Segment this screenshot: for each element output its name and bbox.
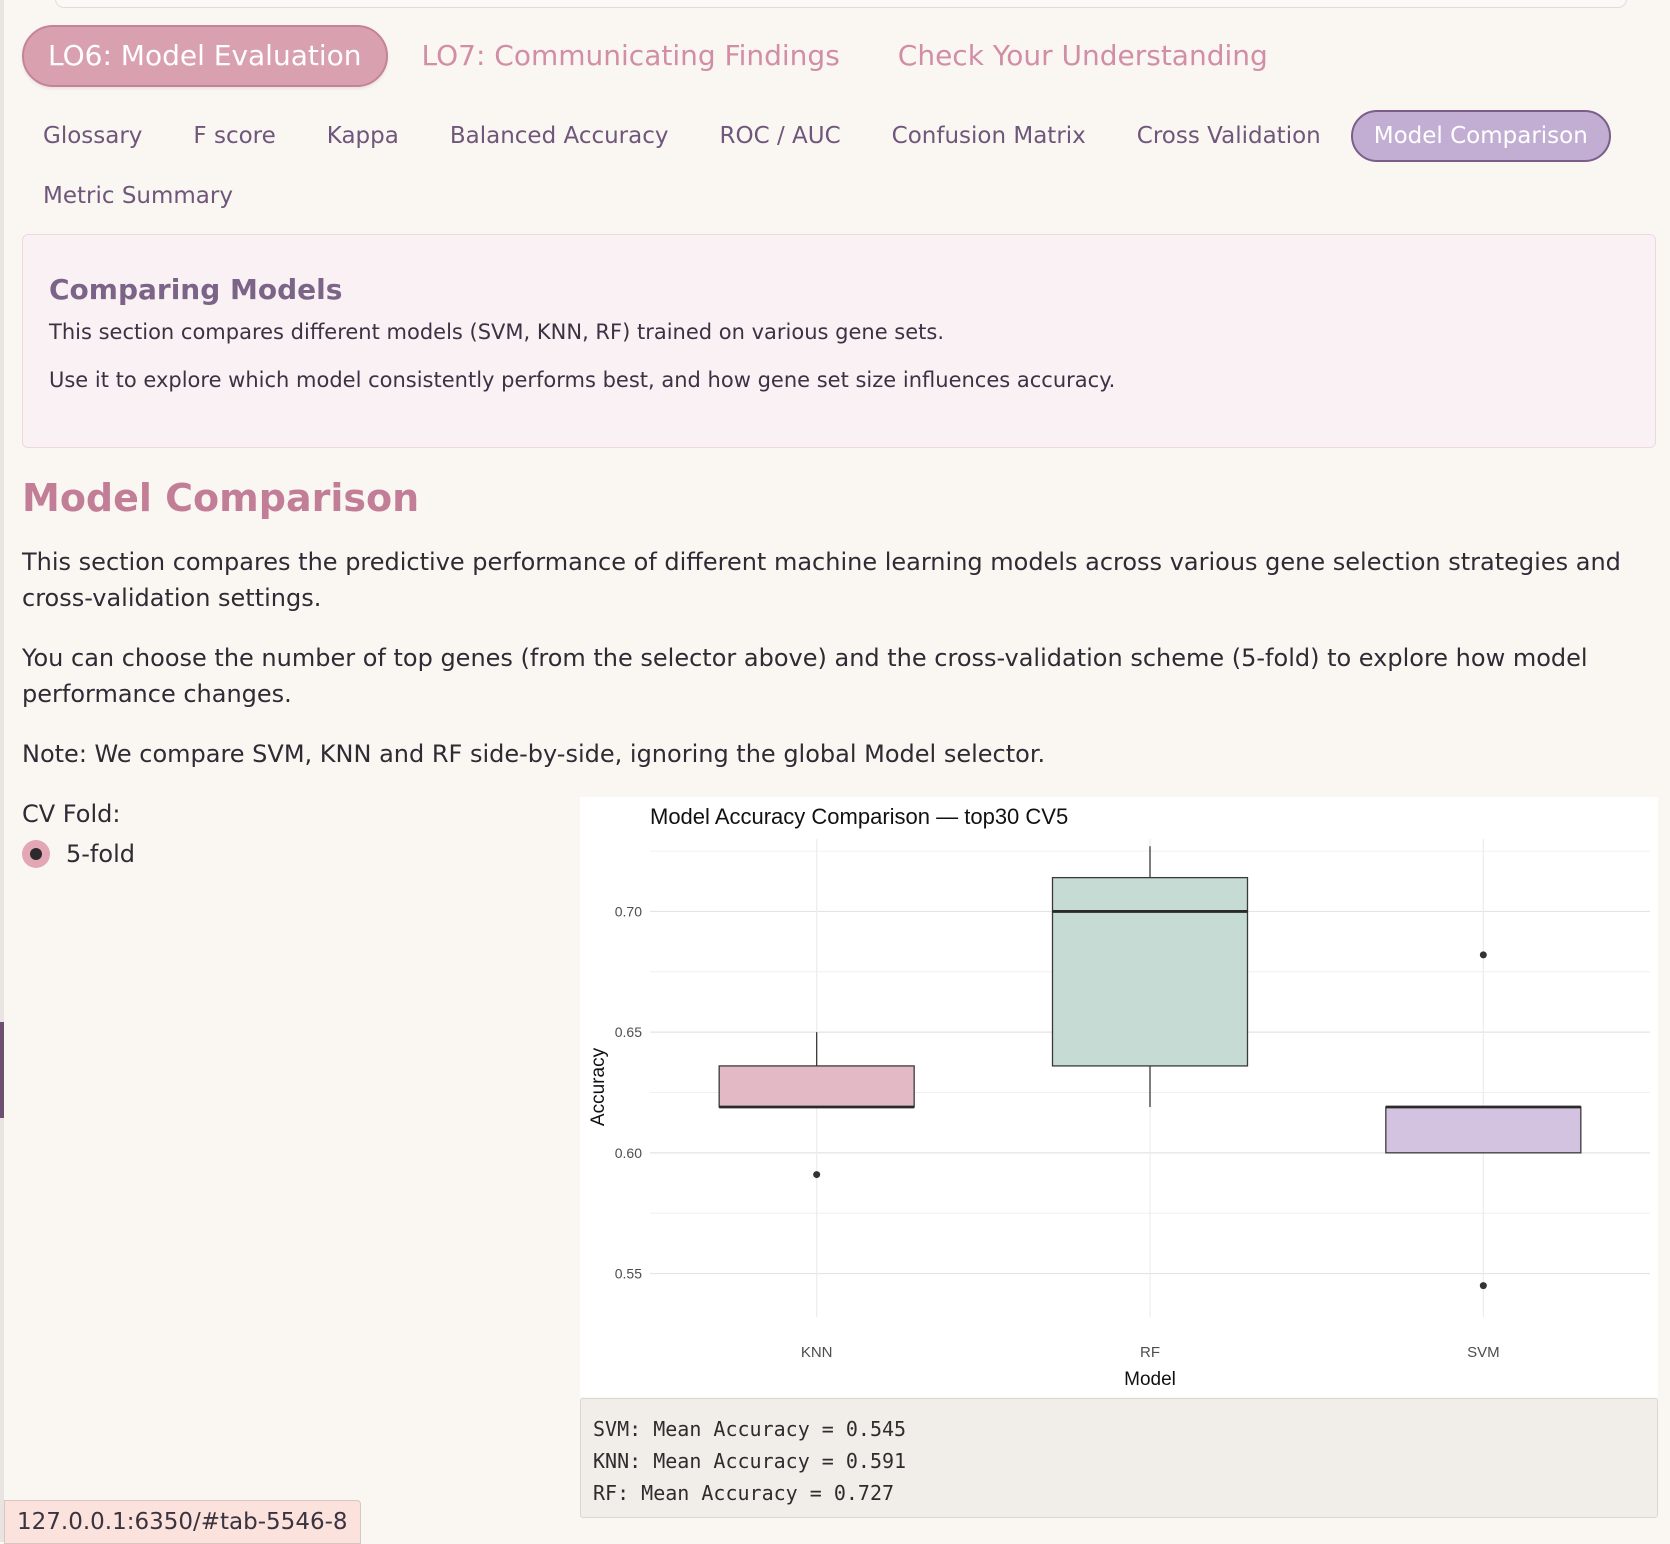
tab-model-comparison[interactable]: Model Comparison	[1350, 110, 1611, 162]
lo-tab-bar: LO6: Model Evaluation LO7: Communicating…	[22, 25, 1302, 87]
y-tick-label: 0.60	[615, 1145, 642, 1161]
tab-kappa[interactable]: Kappa	[306, 112, 420, 160]
output-line-rf: RF: Mean Accuracy = 0.727	[593, 1481, 895, 1505]
cv-fold-radio-5[interactable]: 5-fold	[22, 840, 135, 868]
tab-lo7-communicating-findings[interactable]: LO7: Communicating Findings	[398, 27, 864, 85]
chart-title: Model Accuracy Comparison — top30 CV5	[650, 804, 1068, 829]
radio-label: 5-fold	[66, 840, 135, 868]
outlier-point-svm	[1479, 1282, 1487, 1290]
outlier-point-svm	[1479, 951, 1487, 959]
box-body-svm	[1385, 1106, 1582, 1154]
section-note: Note: We compare SVM, KNN and RF side-by…	[22, 740, 1046, 768]
sub-tab-bar: Glossary F score Kappa Balanced Accuracy…	[22, 110, 1622, 222]
tab-lo6-model-evaluation[interactable]: LO6: Model Evaluation	[22, 25, 388, 87]
y-tick-label: 0.70	[615, 903, 642, 919]
plot-svg: Model Accuracy Comparison — top30 CV5 0.…	[588, 804, 1650, 1390]
info-text-2: Use it to explore which model consistent…	[49, 368, 1116, 392]
x-tick-label: SVM	[1467, 1344, 1500, 1361]
section-paragraph-2: You can choose the number of top genes (…	[22, 644, 1588, 708]
y-tick-label: 0.65	[615, 1024, 642, 1040]
output-line-svm: SVM: Mean Accuracy = 0.545	[593, 1417, 907, 1441]
tab-confusion-matrix[interactable]: Confusion Matrix	[871, 112, 1107, 160]
y-axis-title: Accuracy	[588, 1047, 609, 1126]
left-edge-strip	[0, 0, 4, 1542]
tab-roc-auc[interactable]: ROC / AUC	[699, 112, 862, 160]
tab-metric-summary[interactable]: Metric Summary	[22, 172, 254, 220]
y-tick-label: 0.55	[615, 1266, 642, 1282]
accuracy-output: SVM: Mean Accuracy = 0.545 KNN: Mean Acc…	[580, 1398, 1658, 1518]
section-paragraph-1: This section compares the predictive per…	[22, 548, 1621, 612]
output-line-knn: KNN: Mean Accuracy = 0.591	[593, 1449, 907, 1473]
section-title: Model Comparison	[22, 476, 420, 520]
tab-f-score[interactable]: F score	[172, 112, 296, 160]
x-tick-label: RF	[1140, 1344, 1160, 1361]
box-body-knn	[718, 1065, 915, 1108]
model-accuracy-plot: Model Accuracy Comparison — top30 CV5 0.…	[580, 797, 1658, 1397]
tab-cross-validation[interactable]: Cross Validation	[1116, 112, 1342, 160]
top-card-edge	[55, 0, 1627, 8]
info-text-1: This section compares different models (…	[49, 320, 945, 344]
cv-fold-label: CV Fold:	[22, 800, 121, 828]
outlier-point-knn	[813, 1171, 821, 1179]
tab-glossary[interactable]: Glossary	[22, 112, 163, 160]
box-body-rf	[1051, 876, 1249, 1067]
tab-balanced-accuracy[interactable]: Balanced Accuracy	[429, 112, 690, 160]
tab-check-your-understanding[interactable]: Check Your Understanding	[874, 27, 1292, 85]
x-tick-label: KNN	[801, 1344, 833, 1361]
status-bar-url: 127.0.0.1:6350/#tab-5546-8	[4, 1500, 361, 1544]
left-edge-marker	[0, 1022, 4, 1118]
box-rf	[1051, 846, 1249, 1107]
info-title: Comparing Models	[49, 273, 343, 306]
radio-selected-icon[interactable]	[22, 840, 50, 868]
x-axis-title: Model	[1124, 1369, 1176, 1390]
info-callout: Comparing Models This section compares d…	[22, 234, 1656, 448]
